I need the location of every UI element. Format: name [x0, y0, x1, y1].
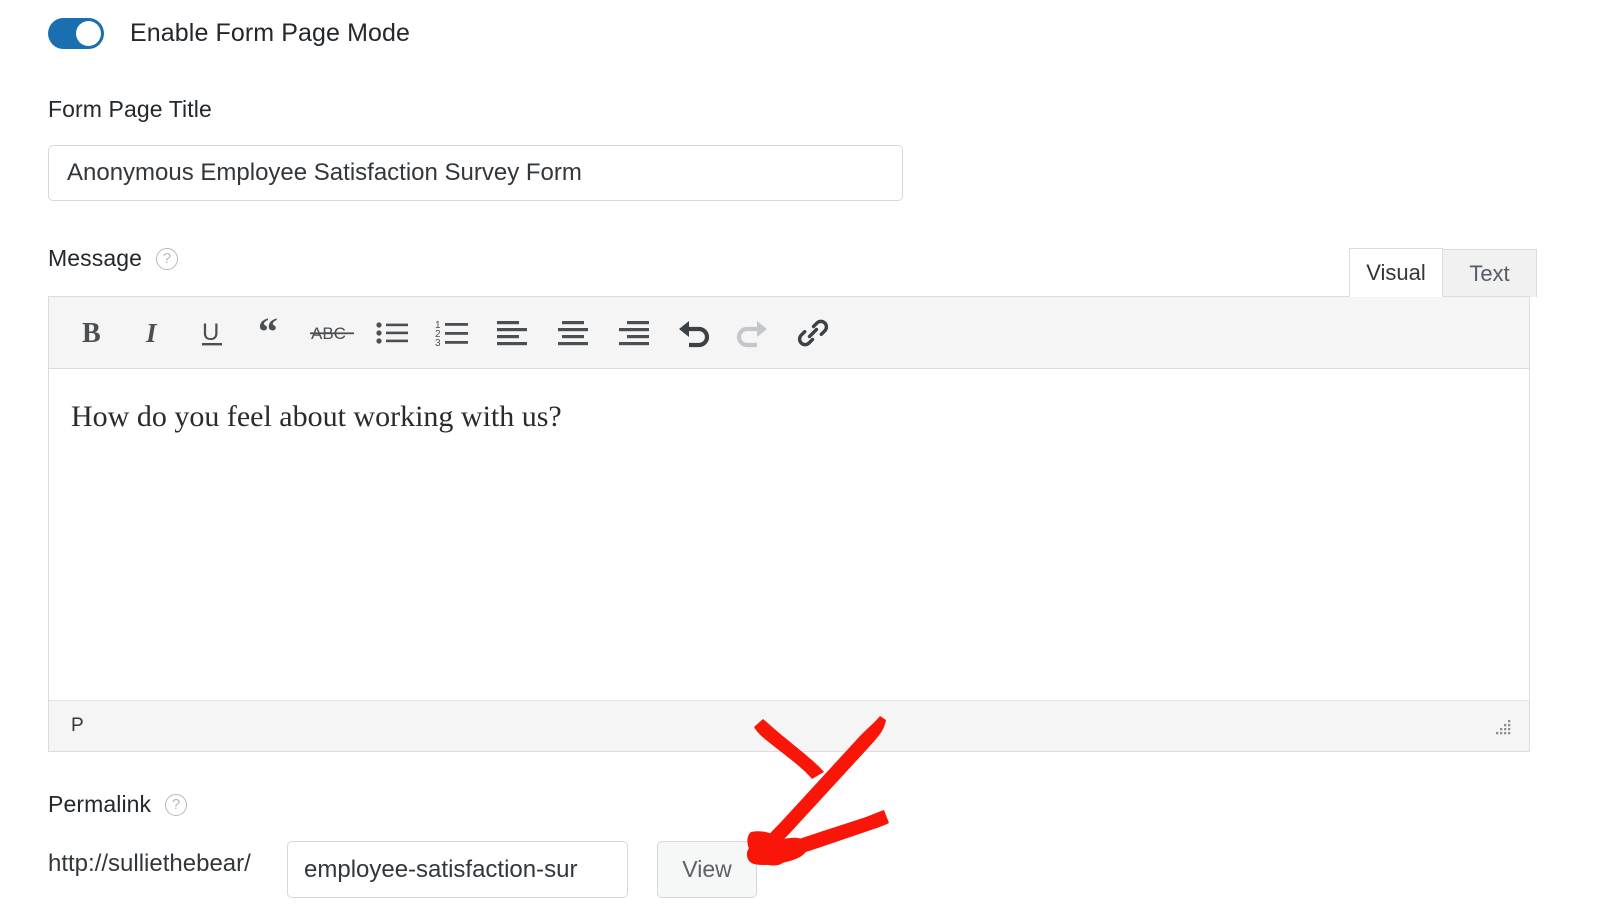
underline-button[interactable]: U: [183, 307, 243, 359]
editor-toolbar: B I U “ ABC 1 2 3: [49, 297, 1529, 369]
align-left-button[interactable]: [483, 307, 543, 359]
form-page-title-label: Form Page Title: [48, 96, 212, 122]
unordered-list-button[interactable]: [363, 307, 423, 359]
blockquote-icon: “: [258, 318, 278, 348]
svg-text:“: “: [258, 318, 278, 348]
svg-text:3: 3: [435, 338, 441, 348]
align-center-button[interactable]: [543, 307, 603, 359]
editor-status-bar: P: [49, 700, 1529, 751]
strikethrough-button[interactable]: ABC: [303, 307, 363, 359]
italic-button[interactable]: I: [123, 307, 183, 359]
tab-visual[interactable]: Visual: [1349, 248, 1443, 297]
enable-form-page-mode-row: Enable Form Page Mode: [48, 18, 410, 49]
unordered-list-icon: [376, 321, 408, 344]
message-editor: B I U “ ABC 1 2 3 How do you feel about …: [48, 296, 1530, 752]
link-icon: [797, 319, 829, 346]
undo-button[interactable]: [663, 307, 723, 359]
resize-grip-icon[interactable]: [1491, 715, 1513, 737]
italic-icon: I: [145, 318, 158, 348]
bold-button[interactable]: B: [63, 307, 123, 359]
editor-mode-tabs: Visual Text: [1349, 248, 1537, 297]
view-button[interactable]: View: [657, 841, 757, 898]
permalink-base-url: http://sulliethebear/: [48, 850, 251, 877]
form-page-title-input[interactable]: [48, 145, 903, 201]
toggle-knob: [76, 21, 101, 46]
link-button[interactable]: [783, 307, 843, 359]
svg-text:I: I: [145, 318, 158, 348]
enable-form-page-mode-toggle[interactable]: [48, 18, 104, 49]
svg-text:B: B: [82, 318, 101, 348]
underline-icon: U: [202, 319, 222, 346]
align-right-button[interactable]: [603, 307, 663, 359]
tab-text[interactable]: Text: [1443, 249, 1537, 297]
align-left-icon: [497, 320, 527, 345]
editor-paragraph: How do you feel about working with us?: [71, 400, 562, 433]
permalink-slug-input[interactable]: [287, 841, 628, 898]
enable-form-page-mode-label: Enable Form Page Mode: [130, 19, 411, 47]
redo-icon: [736, 320, 767, 347]
form-page-settings-panel: Enable Form Page Mode Form Page Title Me…: [0, 0, 1600, 922]
permalink-label-group: Permalink ?: [48, 791, 188, 818]
editor-element-path: P: [71, 715, 84, 736]
message-label: Message: [48, 245, 143, 271]
svg-text:U: U: [202, 319, 219, 346]
message-editor-content[interactable]: How do you feel about working with us?: [49, 369, 1529, 699]
ordered-list-icon: 1 2 3: [435, 320, 468, 348]
message-label-group: Message ?: [48, 245, 179, 272]
undo-icon: [679, 320, 710, 347]
permalink-help-icon[interactable]: ?: [165, 793, 188, 816]
align-center-icon: [558, 320, 588, 345]
blockquote-button[interactable]: “: [243, 307, 303, 359]
ordered-list-button[interactable]: 1 2 3: [423, 307, 483, 359]
bold-icon: B: [82, 318, 101, 348]
strikethrough-icon: ABC: [310, 324, 354, 343]
align-right-icon: [619, 320, 649, 345]
message-help-icon[interactable]: ?: [156, 247, 179, 270]
permalink-label: Permalink: [48, 791, 152, 817]
redo-button: [723, 307, 783, 359]
